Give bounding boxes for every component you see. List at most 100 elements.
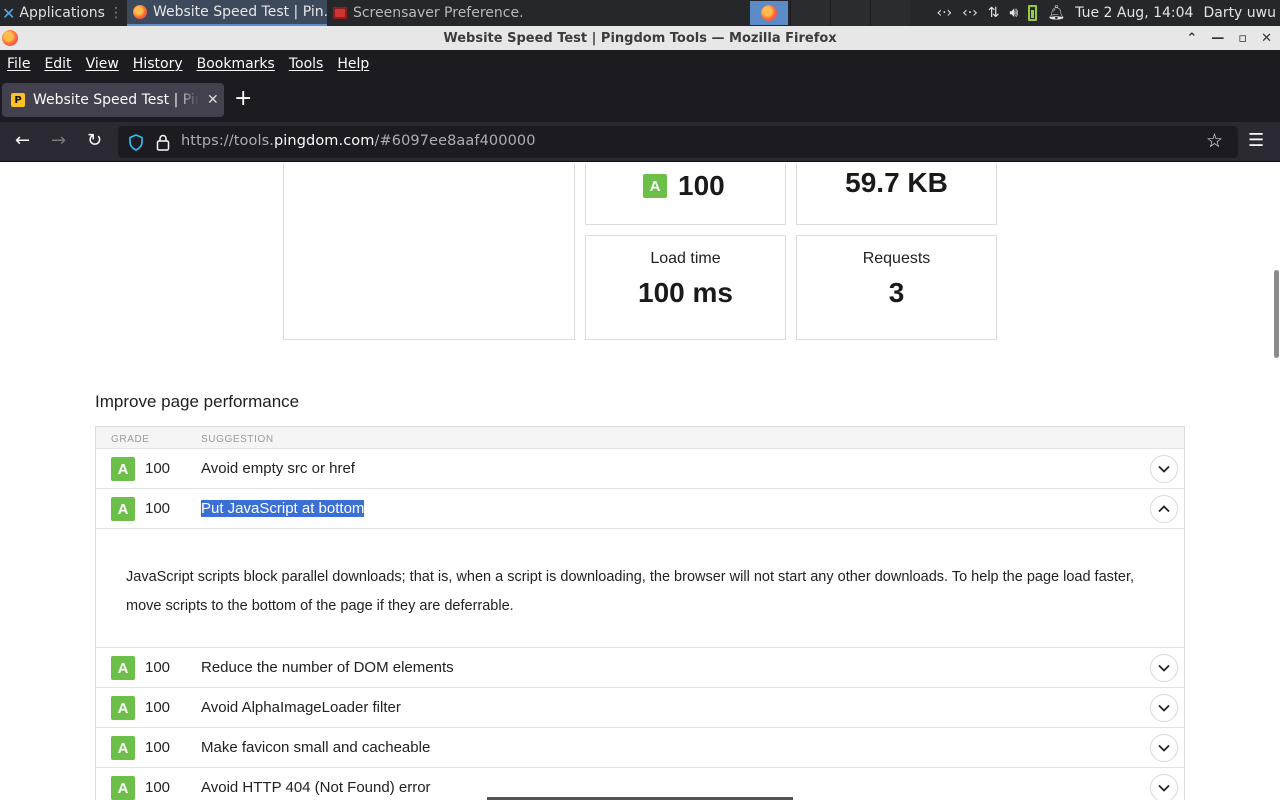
- suggestion-details: JavaScript scripts block parallel downlo…: [96, 529, 1184, 648]
- row-suggestion: Reduce the number of DOM elements: [201, 659, 454, 676]
- os-taskbar: ✕ Applications ⋮ Website Speed Test | Pi…: [0, 0, 1280, 26]
- workspace-slot[interactable]: [790, 0, 830, 26]
- pingdom-favicon-icon: P: [11, 93, 25, 107]
- tab-strip: P Website Speed Test | Pingdom Tools ✕ +: [0, 78, 1280, 122]
- menu-help[interactable]: Help: [337, 56, 369, 72]
- menu-file[interactable]: File: [7, 56, 30, 72]
- grade-badge: A: [111, 656, 135, 680]
- expand-button[interactable]: [1150, 654, 1178, 682]
- row-suggestion: Make favicon small and cacheable: [201, 739, 431, 756]
- workspace-slot[interactable]: [870, 0, 910, 26]
- network-icon[interactable]: ‹·›: [936, 5, 952, 21]
- table-row[interactable]: A 100 Make favicon small and cacheable: [96, 728, 1184, 768]
- section-title: Improve page performance: [95, 392, 300, 411]
- menu-bar: File Edit View History Bookmarks Tools H…: [0, 50, 1280, 78]
- table-row[interactable]: A 100 Avoid empty src or href: [96, 449, 1184, 489]
- shade-icon[interactable]: ⌃: [1186, 31, 1197, 46]
- suggestion-description: JavaScript scripts block parallel downlo…: [126, 569, 1135, 614]
- app-menu-icon[interactable]: ☰: [1248, 130, 1264, 151]
- tab-close-icon[interactable]: ✕: [207, 92, 219, 108]
- screenshot-card: [283, 163, 575, 340]
- applications-menu[interactable]: ✕ Applications ⋮: [0, 0, 127, 26]
- table-row[interactable]: A 100 Avoid HTTP 404 (Not Found) error: [96, 768, 1184, 800]
- row-score: 100: [145, 779, 171, 796]
- grade-badge: A: [111, 776, 135, 800]
- user-name[interactable]: Darty uwu: [1203, 5, 1276, 21]
- column-header-grade: GRADE: [111, 434, 150, 445]
- forward-arrow-icon[interactable]: →: [51, 131, 66, 151]
- row-score: 100: [145, 460, 171, 477]
- tracking-shield-icon[interactable]: [128, 134, 144, 151]
- reload-icon[interactable]: ↻: [87, 131, 102, 151]
- menu-grip-icon: ⋮: [108, 5, 123, 21]
- tab-pingdom[interactable]: P Website Speed Test | Pingdom Tools ✕: [2, 83, 224, 117]
- collapse-button[interactable]: [1150, 495, 1178, 523]
- row-suggestion: Avoid empty src or href: [201, 460, 355, 477]
- close-icon[interactable]: ✕: [1261, 31, 1272, 46]
- load-time-card: Load time 100 ms: [585, 235, 786, 340]
- suggestions-table: GRADE SUGGESTION A 100 Avoid empty src o…: [95, 426, 1185, 800]
- taskbar-task-firefox[interactable]: Website Speed Test | Pin...: [126, 0, 327, 26]
- window-controls: ⌃ — ▫ ✕: [1186, 26, 1272, 50]
- volume-icon[interactable]: 🔊︎: [1010, 5, 1019, 21]
- lock-icon[interactable]: [156, 134, 170, 151]
- url-bar[interactable]: https://tools.pingdom.com/#6097ee8aaf400…: [118, 126, 1238, 158]
- page-size-card: 59.7 KB: [796, 163, 997, 225]
- tab-title: Website Speed Test | Pingdom Tools: [33, 92, 199, 108]
- row-suggestion: Put JavaScript at bottom: [201, 500, 365, 517]
- clock[interactable]: Tue 2 Aug, 14:04: [1075, 5, 1193, 21]
- load-time-value: 100 ms: [638, 277, 733, 308]
- new-tab-icon[interactable]: +: [234, 88, 252, 110]
- taskbar-task-label: Screensaver Preference...: [352, 5, 525, 21]
- notification-bell-icon[interactable]: 🔔︎: [1047, 5, 1065, 21]
- network-icon[interactable]: ‹·›: [962, 5, 978, 21]
- grade-badge: A: [111, 696, 135, 720]
- performance-grade-card: A 100: [585, 163, 786, 225]
- table-row[interactable]: A 100 Put JavaScript at bottom: [96, 489, 1184, 529]
- expand-button[interactable]: [1150, 694, 1178, 722]
- menu-edit[interactable]: Edit: [44, 56, 71, 72]
- taskbar-task-screensaver[interactable]: Screensaver Preference...: [327, 0, 525, 26]
- url-text[interactable]: https://tools.pingdom.com/#6097ee8aaf400…: [181, 133, 536, 149]
- row-score: 100: [145, 699, 171, 716]
- workspace-slots: [790, 0, 910, 26]
- table-row[interactable]: A 100 Reduce the number of DOM elements: [96, 648, 1184, 688]
- requests-value: 3: [888, 277, 905, 308]
- firefox-icon: [132, 5, 147, 19]
- workspace-pager[interactable]: [750, 1, 788, 25]
- bookmark-star-icon[interactable]: ☆: [1206, 130, 1223, 152]
- workspace-slot[interactable]: [830, 0, 870, 26]
- menu-view[interactable]: View: [86, 56, 119, 72]
- transfer-icon[interactable]: ⇅: [988, 5, 1000, 21]
- back-arrow-icon[interactable]: ←: [15, 131, 30, 151]
- menu-bookmarks[interactable]: Bookmarks: [197, 56, 275, 72]
- battery-icon[interactable]: [1028, 5, 1038, 21]
- grade-value: 100: [678, 170, 725, 201]
- expand-button[interactable]: [1150, 734, 1178, 762]
- table-row[interactable]: A 100 Avoid AlphaImageLoader filter: [96, 688, 1184, 728]
- chevron-down-icon: [1158, 744, 1170, 752]
- xfce-logo-icon: ✕: [2, 3, 16, 23]
- firefox-icon: [761, 5, 777, 21]
- row-score: 100: [145, 500, 171, 517]
- maximize-icon[interactable]: ▫: [1238, 31, 1247, 46]
- firefox-icon: [2, 30, 18, 46]
- row-score: 100: [145, 659, 171, 676]
- table-header: GRADE SUGGESTION: [96, 427, 1184, 449]
- window-titlebar: Website Speed Test | Pingdom Tools — Moz…: [0, 26, 1280, 50]
- expand-button[interactable]: [1150, 774, 1178, 800]
- page-content: A 100 59.7 KB Load time 100 ms Requests …: [0, 163, 1280, 800]
- window-title: Website Speed Test | Pingdom Tools — Moz…: [443, 30, 837, 46]
- screensaver-icon: [332, 7, 347, 19]
- grade-badge: A: [643, 174, 667, 198]
- expand-button[interactable]: [1150, 455, 1178, 483]
- system-tray: ‹·› ‹·› ⇅ 🔊︎ 🔔︎ Tue 2 Aug, 14:04 Darty u…: [936, 0, 1280, 26]
- taskbar-task-label: Website Speed Test | Pin...: [152, 4, 327, 20]
- row-suggestion: Avoid HTTP 404 (Not Found) error: [201, 779, 431, 796]
- menu-history[interactable]: History: [133, 56, 183, 72]
- chevron-down-icon: [1158, 465, 1170, 473]
- vertical-scrollbar[interactable]: [1274, 270, 1279, 358]
- minimize-icon[interactable]: —: [1211, 31, 1224, 46]
- page-size-value: 59.7 KB: [845, 167, 948, 198]
- menu-tools[interactable]: Tools: [289, 56, 324, 72]
